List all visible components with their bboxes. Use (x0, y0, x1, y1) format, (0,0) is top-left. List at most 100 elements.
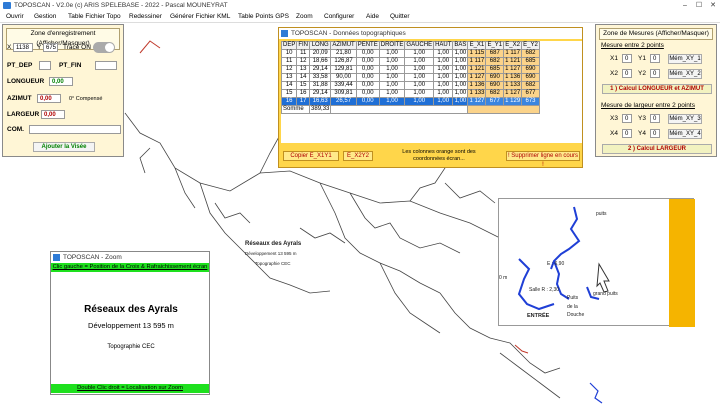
table-cell[interactable]: 0,00 (355, 97, 380, 106)
col-header-fin[interactable]: FIN (296, 41, 311, 50)
table-row[interactable]: 10 11 20,09 21,80 0,00 1,00 1,00 1,00 1,00 1 115 6… (281, 49, 540, 58)
table-cell[interactable]: 1,00 (378, 97, 406, 106)
table-cell[interactable]: 18,66 (309, 57, 332, 66)
table-cell[interactable]: 1,00 (378, 81, 406, 90)
delete-row-button[interactable]: ! Supprimer ligne en cours ! (506, 151, 580, 168)
mem-xy3-button[interactable]: Mém_XY_3 (668, 114, 702, 124)
add-sight-button[interactable]: Ajouter la Visée (33, 142, 95, 152)
col-header-azimut[interactable]: AZIMUT (330, 41, 357, 50)
y4-field[interactable]: 0 (650, 129, 660, 138)
col-header-e-x1[interactable]: E_X1 (467, 41, 487, 50)
com-field[interactable] (29, 125, 121, 134)
table-cell[interactable]: 1,00 (433, 89, 454, 98)
table-cell[interactable]: 687 (485, 49, 505, 58)
table-cell[interactable]: 0,00 (355, 73, 380, 82)
menu-aide[interactable]: Aide (366, 11, 379, 23)
table-cell[interactable]: 0,00 (355, 81, 380, 90)
table-cell[interactable]: 1 115 (467, 49, 487, 58)
minimize-button[interactable]: – (678, 0, 692, 11)
table-cell[interactable]: 11 (281, 57, 298, 66)
table-cell[interactable]: 29,14 (309, 89, 332, 98)
table-cell[interactable]: 1,00 (452, 65, 469, 74)
table-cell[interactable]: 1,00 (404, 97, 435, 106)
x1-field[interactable]: 0 (622, 54, 632, 63)
table-cell[interactable]: 690 (485, 73, 505, 82)
table-cell[interactable]: 309,81 (330, 89, 357, 98)
col-header-e-y2[interactable]: E_Y2 (521, 41, 540, 50)
table-cell[interactable]: 0,00 (355, 49, 380, 58)
table-cell[interactable]: 1 133 (503, 81, 523, 90)
table-cell[interactable]: 1,00 (433, 73, 454, 82)
table-cell[interactable]: 1,00 (404, 57, 435, 66)
table-cell[interactable]: 0,00 (355, 65, 380, 74)
x3-field[interactable]: 0 (622, 114, 632, 123)
table-cell[interactable]: 1,00 (378, 65, 406, 74)
table-cell[interactable]: 1,00 (378, 57, 406, 66)
table-cell[interactable]: 690 (521, 73, 540, 82)
col-header-gauche[interactable]: GAUCHE (404, 41, 435, 50)
largeur-field[interactable]: 0,00 (41, 110, 65, 119)
col-header-haut[interactable]: HAUT (433, 41, 454, 50)
menu-redessiner[interactable]: Redessiner (129, 11, 162, 23)
table-cell[interactable]: 11 (296, 49, 311, 58)
table-row[interactable]: 15 16 29,14 309,81 0,00 1,00 1,00 1,00 1,00 1 133… (281, 89, 540, 98)
table-cell[interactable]: 126,87 (330, 57, 357, 66)
col-header-droite[interactable]: DROITE (378, 41, 406, 50)
calc-width-button[interactable]: 2 ) Calcul LARGEUR (602, 144, 712, 154)
table-row[interactable]: 11 12 18,66 126,87 0,00 1,00 1,00 1,00 1,00 1 117… (281, 57, 540, 66)
table-cell[interactable]: 682 (485, 57, 505, 66)
table-cell[interactable]: 339,44 (330, 81, 357, 90)
table-cell[interactable]: 1 127 (467, 97, 487, 106)
x2-field[interactable]: 0 (622, 69, 632, 78)
menu-ouvrir[interactable]: Ouvrir (6, 11, 24, 23)
table-cell[interactable]: 1 117 (467, 57, 487, 66)
table-row[interactable]: 16 17 16,63 26,57 0,00 1,00 1,00 1,00 1,00 1 127 6… (281, 97, 540, 106)
copy-exy1-button[interactable]: Copier E_X1Y1 (283, 151, 339, 161)
trace-toggle[interactable] (93, 42, 115, 53)
col-header-long[interactable]: LONG (309, 41, 332, 50)
table-cell[interactable]: 33,58 (309, 73, 332, 82)
table-cell[interactable]: 682 (521, 81, 540, 90)
menu-gestion[interactable]: Gestion (34, 11, 56, 23)
table-cell[interactable]: 1,00 (433, 57, 454, 66)
zoom-preview[interactable]: Réseaux des Ayrals Développement 13 595 … (51, 272, 211, 383)
table-cell[interactable]: 1,00 (378, 89, 406, 98)
table-cell[interactable]: 0,00 (355, 57, 380, 66)
table-cell[interactable]: 685 (521, 57, 540, 66)
menu-table-fichier-topo[interactable]: Table Fichier Topo (68, 11, 121, 23)
table-cell[interactable]: 673 (521, 97, 540, 106)
table-cell[interactable]: 29,14 (309, 65, 332, 74)
table-cell[interactable]: 1,00 (378, 73, 406, 82)
table-cell[interactable]: 12 (281, 65, 298, 74)
table-cell[interactable]: 677 (521, 89, 540, 98)
table-cell[interactable]: 14 (296, 73, 311, 82)
y-field[interactable]: 675 (43, 43, 58, 52)
table-cell[interactable]: 10 (281, 49, 298, 58)
table-cell[interactable]: 13 (296, 65, 311, 74)
table-cell[interactable]: 690 (485, 81, 505, 90)
col-header-bas[interactable]: BAS (452, 41, 469, 50)
table-cell[interactable]: 1,00 (404, 89, 435, 98)
table-cell[interactable]: 1 129 (503, 97, 523, 106)
table-cell[interactable]: 1 127 (467, 73, 487, 82)
topo-table[interactable]: DEP FIN LONG AZIMUT PENTE DROITE GAUCHE HAUT BAS… (281, 41, 540, 114)
menu-zoom[interactable]: Zoom (296, 11, 313, 23)
longueur-field[interactable]: 0,00 (49, 77, 73, 86)
y3-field[interactable]: 0 (650, 114, 660, 123)
mem-xy1-button[interactable]: Mém_XY_1 (668, 54, 702, 64)
y1-field[interactable]: 0 (650, 54, 660, 63)
table-cell[interactable]: 90,00 (330, 73, 357, 82)
table-cell[interactable]: 0,00 (355, 89, 380, 98)
table-cell[interactable]: 1,00 (433, 49, 454, 58)
table-cell[interactable]: 1 117 (503, 49, 523, 58)
table-cell[interactable]: 1,00 (433, 81, 454, 90)
table-cell[interactable]: 1,00 (452, 89, 469, 98)
pt-fin-field[interactable] (95, 61, 117, 70)
table-cell[interactable]: 1 121 (503, 57, 523, 66)
table-cell[interactable]: 1,00 (404, 81, 435, 90)
table-cell[interactable]: 1,00 (452, 97, 469, 106)
table-cell[interactable]: 12 (296, 57, 311, 66)
table-cell[interactable]: 16 (296, 89, 311, 98)
table-cell[interactable]: 685 (485, 65, 505, 74)
table-cell[interactable]: 682 (485, 89, 505, 98)
